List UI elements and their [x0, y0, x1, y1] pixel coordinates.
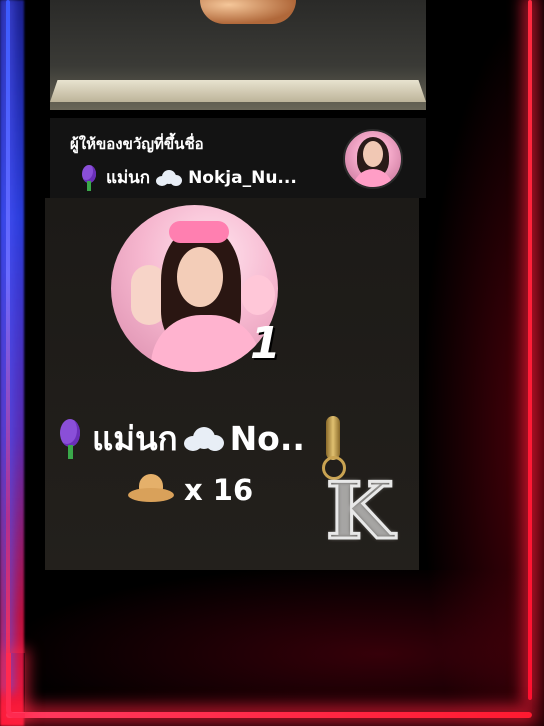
neon-line-right [528, 0, 532, 700]
neon-corner [6, 653, 25, 718]
top-gifter-username[interactable]: แม่นก Nokja_Nu... [78, 164, 297, 191]
gift-count: x 16 [184, 473, 254, 507]
leader-name-prefix: แม่นก [92, 419, 178, 458]
cloud-icon [156, 169, 183, 186]
top-gifter-name: แม่นก [106, 168, 151, 188]
neon-frame-left [0, 0, 24, 726]
hyacinth-icon [54, 418, 86, 459]
leader-name-suffix: No.. [229, 419, 305, 458]
bottom-glow [24, 570, 532, 710]
rank-number: 1 [250, 318, 281, 369]
stage-shelf [50, 80, 426, 102]
pendant-letter: K [325, 465, 396, 559]
leader-username: แม่นก No.. [54, 412, 305, 465]
cloud-icon [183, 426, 224, 451]
hyacinth-icon [78, 164, 100, 191]
neon-line-bottom [6, 712, 532, 718]
top-gifter-avatar[interactable] [343, 129, 403, 189]
cowboy-hat-icon [128, 472, 174, 508]
letter-pendant: K [318, 416, 395, 559]
gift-count-row: x 16 [128, 472, 253, 508]
top-gifter-name-suffix: Nokja_Nu... [188, 167, 297, 188]
gift-ornament [200, 0, 296, 24]
top-gifter-title: ผู้ให้ของขวัญที่ขึ้นชื่อ [70, 135, 204, 153]
neon-line-left [6, 0, 10, 690]
